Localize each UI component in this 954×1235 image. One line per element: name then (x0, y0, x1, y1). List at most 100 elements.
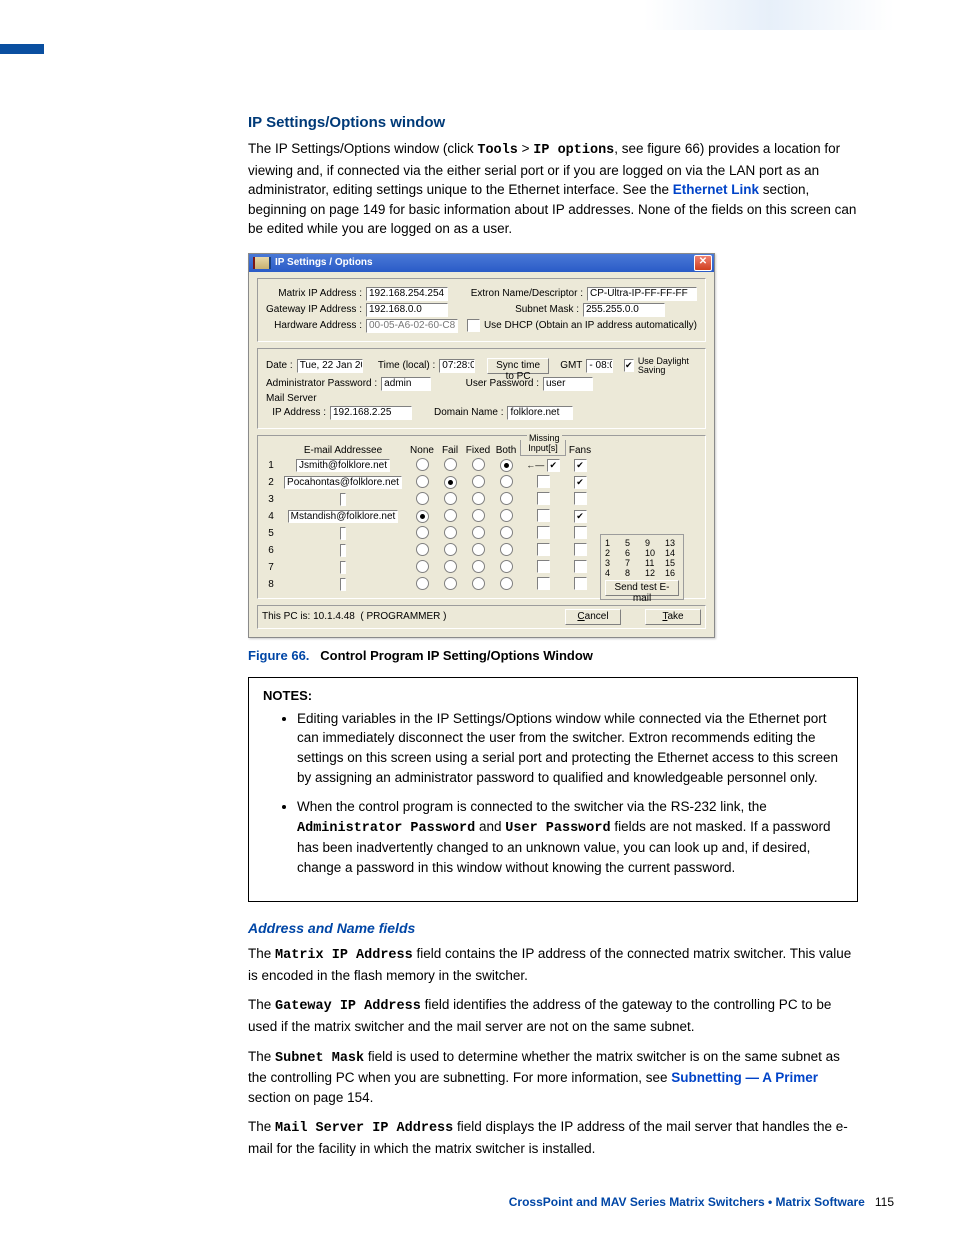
label-admin-pw: Administrator Password : (266, 378, 377, 389)
radio-fixed[interactable] (472, 543, 485, 556)
use-dhcp-checkbox[interactable] (467, 319, 480, 332)
missing-checkbox[interactable] (537, 577, 550, 590)
radio-fixed[interactable] (472, 475, 485, 488)
cancel-button[interactable]: Cancel (565, 609, 621, 625)
page-footer: CrossPoint and MAV Series Matrix Switche… (509, 1195, 894, 1209)
status-text: This PC is: 10.1.4.48 ( PROGRAMMER ) (262, 611, 447, 622)
domain-field[interactable]: folklore.net (507, 406, 573, 420)
fans-checkbox[interactable] (574, 577, 587, 590)
sync-time-button[interactable]: Sync time to PC (487, 358, 549, 374)
missing-checkbox[interactable] (537, 560, 550, 573)
email-field[interactable] (340, 544, 346, 557)
fans-checkbox[interactable] (574, 560, 587, 573)
missing-checkbox[interactable] (537, 475, 550, 488)
accent-bar (0, 44, 44, 54)
radio-fixed[interactable] (472, 458, 485, 471)
radio-fixed[interactable] (472, 492, 485, 505)
date-field[interactable]: Tue, 22 Jan 2008 (297, 359, 363, 373)
missing-checkbox[interactable] (537, 509, 550, 522)
ip-settings-dialog: IP Settings / Options ✕ Matrix IP Addres… (248, 253, 715, 638)
fans-checkbox[interactable] (574, 526, 587, 539)
fans-checkbox[interactable] (574, 492, 587, 505)
notes-box: NOTES: Editing variables in the IP Setti… (248, 677, 858, 903)
take-button[interactable]: Take (645, 609, 701, 625)
subnet-field[interactable]: 255.255.0.0 (583, 303, 665, 317)
radio-fail[interactable] (444, 476, 457, 489)
fans-checkbox[interactable]: ✔ (574, 510, 587, 523)
missing-checkbox[interactable] (537, 492, 550, 505)
radio-none[interactable] (416, 560, 429, 573)
radio-fail[interactable] (444, 543, 457, 556)
radio-none[interactable] (416, 492, 429, 505)
row-index: 8 (264, 579, 278, 590)
radio-both[interactable] (500, 577, 513, 590)
radio-fixed[interactable] (472, 560, 485, 573)
matrix-ip-field[interactable]: 192.168.254.254 (366, 287, 448, 301)
radio-fail[interactable] (444, 492, 457, 505)
close-icon[interactable]: ✕ (694, 255, 712, 271)
status-bar: This PC is: 10.1.4.48 ( PROGRAMMER ) Can… (257, 605, 706, 629)
radio-fail[interactable] (444, 560, 457, 573)
radio-none[interactable] (416, 543, 429, 556)
radio-fail[interactable] (444, 577, 457, 590)
dialog-titlebar[interactable]: IP Settings / Options ✕ (249, 254, 714, 272)
radio-fail[interactable] (444, 526, 457, 539)
radio-fixed[interactable] (472, 526, 485, 539)
label-mail-ip: IP Address : (266, 407, 326, 418)
label-subnet: Subnet Mask : (515, 304, 579, 315)
email-field[interactable] (340, 527, 346, 540)
gmt-field[interactable]: - 08:00 (586, 359, 612, 373)
radio-none[interactable] (416, 510, 429, 523)
radio-fail[interactable] (444, 509, 457, 522)
missing-checkbox[interactable] (537, 543, 550, 556)
label-time: Time (local) : (378, 360, 435, 371)
radio-both[interactable] (500, 560, 513, 573)
radio-both[interactable] (500, 459, 513, 472)
label-dhcp: Use DHCP (Obtain an IP address automatic… (484, 320, 697, 331)
para-subnet: The Subnet Mask field is used to determi… (248, 1047, 858, 1108)
extron-name-field[interactable]: CP-Ultra-IP-FF-FF-FF (587, 287, 697, 301)
subnetting-link[interactable]: Subnetting — A Primer (671, 1070, 818, 1085)
radio-both[interactable] (500, 543, 513, 556)
email-field[interactable]: Jsmith@folklore.net (296, 459, 390, 472)
fans-checkbox[interactable]: ✔ (574, 476, 587, 489)
test-grid: 15913261014371115481216Send test E-mail (600, 534, 684, 600)
radio-fail[interactable] (444, 458, 457, 471)
email-table-header: E-mail Addressee None Fail Fixed Both Mi… (264, 440, 699, 456)
label-gateway-ip: Gateway IP Address : (266, 304, 362, 315)
user-pw-field[interactable]: user (543, 377, 593, 391)
mail-ip-field[interactable]: 192.168.2.25 (330, 406, 412, 420)
row-index: 5 (264, 528, 278, 539)
radio-none[interactable] (416, 475, 429, 488)
missing-checkbox[interactable] (537, 526, 550, 539)
email-field[interactable]: Mstandish@folklore.net (288, 510, 399, 523)
email-field[interactable] (340, 578, 346, 591)
email-field[interactable] (340, 493, 346, 506)
ethernet-link[interactable]: Ethernet Link (673, 182, 759, 197)
fans-checkbox[interactable]: ✔ (574, 459, 587, 472)
row-index: 7 (264, 562, 278, 573)
heading-ip-settings: IP Settings/Options window (248, 114, 858, 131)
radio-none[interactable] (416, 526, 429, 539)
radio-both[interactable] (500, 509, 513, 522)
radio-none[interactable] (416, 458, 429, 471)
radio-none[interactable] (416, 577, 429, 590)
radio-both[interactable] (500, 526, 513, 539)
admin-pw-field[interactable]: admin (381, 377, 431, 391)
time-panel: Date : Tue, 22 Jan 2008 Time (local) : 0… (257, 348, 706, 429)
missing-checkbox[interactable]: ✔ (547, 459, 560, 472)
hardware-field: 00-05-A6-02-60-C8 (366, 319, 458, 333)
gateway-ip-field[interactable]: 192.168.0.0 (366, 303, 448, 317)
email-field[interactable] (340, 561, 346, 574)
radio-fixed[interactable] (472, 509, 485, 522)
radio-both[interactable] (500, 475, 513, 488)
radio-both[interactable] (500, 492, 513, 505)
label-gmt: GMT (560, 360, 582, 371)
daylight-checkbox[interactable]: ✔ (624, 359, 634, 372)
fans-checkbox[interactable] (574, 543, 587, 556)
row-index: 1 (264, 460, 278, 471)
time-field[interactable]: 07:28:00 (439, 359, 474, 373)
email-field[interactable]: Pocahontas@folklore.net (284, 476, 402, 489)
send-test-button[interactable]: Send test E-mail (605, 580, 679, 596)
radio-fixed[interactable] (472, 577, 485, 590)
